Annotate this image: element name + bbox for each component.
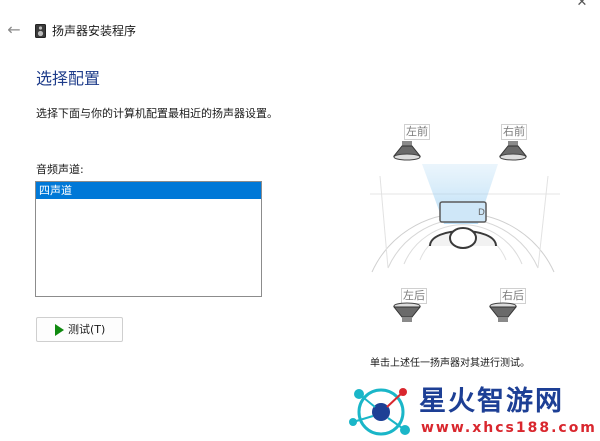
speaker-app-icon [35, 24, 46, 38]
back-button[interactable]: ← [4, 20, 24, 40]
audio-channels-label: 音频声道: [36, 163, 84, 176]
watermark-brand: 星火智游网 [419, 386, 564, 417]
page-heading: 选择配置 [36, 69, 101, 88]
speaker-rear-left[interactable] [392, 302, 422, 324]
page-description: 选择下面与你的计算机配置最相近的扬声器设置。 [36, 107, 278, 120]
watermark-url: www.xhcs188.com [421, 420, 597, 436]
watermark-logo-icon [349, 388, 410, 436]
speaker-front-left[interactable] [392, 140, 422, 162]
test-button[interactable]: 测试(T) [36, 317, 123, 342]
speaker-label-front-left: 左前 [404, 124, 430, 140]
back-arrow-icon: ← [7, 20, 21, 39]
close-button[interactable]: ✕ [572, 0, 592, 10]
speaker-diagram: D 左前 右前 左后 右后 [360, 114, 570, 329]
watermark: 星火智游网 www.xhcs188.com [345, 382, 600, 441]
speaker-rear-right[interactable] [488, 302, 518, 324]
play-icon [55, 324, 64, 336]
test-hint: 单击上述任一扬声器对其进行测试。 [370, 358, 530, 369]
test-button-label: 测试(T) [68, 323, 106, 336]
title-bar: ← 扬声器安装程序 ✕ [0, 0, 600, 62]
list-item-quadraphonic[interactable]: 四声道 [36, 182, 261, 199]
close-icon: ✕ [576, 0, 588, 10]
audio-channels-listbox[interactable]: 四声道 [35, 181, 262, 297]
speaker-front-right[interactable] [498, 140, 528, 162]
speaker-label-front-right: 右前 [501, 124, 527, 140]
svg-text:D: D [478, 208, 485, 218]
window-title: 扬声器安装程序 [52, 24, 137, 38]
